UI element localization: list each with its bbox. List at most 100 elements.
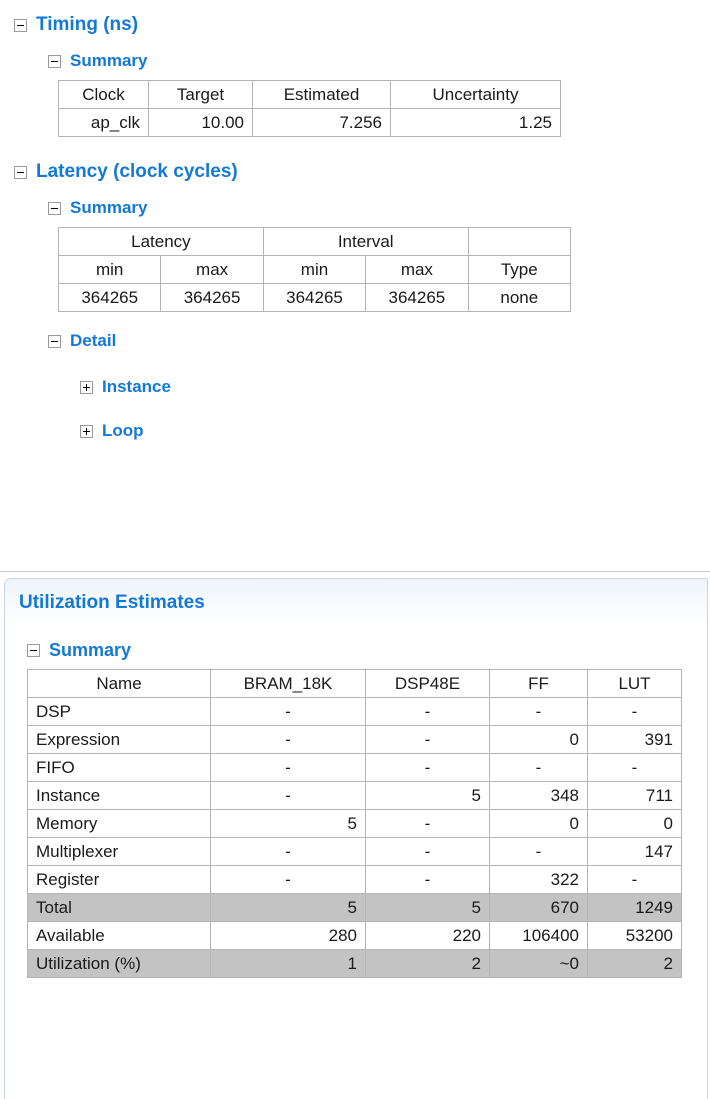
cell-name: Expression (27, 725, 211, 754)
cell-bram: - (210, 725, 366, 754)
th-group-latency: Latency (58, 227, 264, 256)
timing-summary-node[interactable]: Summary (48, 46, 710, 76)
cell-lut: 2 (587, 949, 682, 978)
minus-icon-timing[interactable] (14, 18, 27, 32)
table-row: Total 5 5 670 1249 (27, 893, 682, 922)
table-row: FIFO - - - - (27, 753, 682, 782)
th-target: Target (148, 80, 253, 109)
cell-bram: - (210, 697, 366, 726)
plus-icon-instance[interactable] (80, 380, 93, 394)
utilization-panel-header: Utilization Estimates (5, 579, 707, 627)
timing-summary-table: Clock Target Estimated Uncertainty ap_cl… (58, 80, 561, 137)
cell-dsp: 5 (365, 781, 490, 810)
table-row: Utilization (%) 1 2 ~0 2 (27, 949, 682, 978)
cell-name: Instance (27, 781, 211, 810)
cell-name: FIFO (27, 753, 211, 782)
cell-ff: - (489, 697, 588, 726)
table-header-row: Name BRAM_18K DSP48E FF LUT (27, 669, 682, 698)
th-dsp: DSP48E (365, 669, 490, 698)
cell-lut: 53200 (587, 921, 682, 950)
th-group-empty (467, 227, 571, 256)
latency-summary-heading: Summary (70, 198, 148, 217)
minus-icon-utilization-summary[interactable] (27, 643, 40, 657)
cell-type: none (467, 283, 571, 312)
th-group-interval: Interval (262, 227, 469, 256)
th-lut: LUT (587, 669, 682, 698)
cell-name: Memory (27, 809, 211, 838)
utilization-summary-heading: Summary (49, 639, 132, 660)
utilization-summary-table: Name BRAM_18K DSP48E FF LUT DSP - - - - Expre… (27, 669, 682, 978)
latency-summary-node[interactable]: Summary (48, 193, 710, 223)
cell-dsp: 5 (365, 893, 490, 922)
cell-lut: 1249 (587, 893, 682, 922)
minus-icon-latency-detail[interactable] (48, 334, 61, 348)
cell-name: DSP (27, 697, 211, 726)
latency-loop-heading: Loop (102, 421, 144, 440)
table-row: Multiplexer - - -147 (27, 837, 682, 866)
latency-loop-node[interactable]: Loop (80, 416, 710, 446)
cell-lut: - (587, 697, 682, 726)
cell-estimated: 7.256 (252, 108, 391, 137)
latency-section-node[interactable]: Latency (clock cycles) (14, 157, 710, 187)
cell-lut: 147 (587, 837, 682, 866)
utilization-panel: Utilization Estimates Summary Name BRAM_… (4, 578, 708, 1099)
cell-name: Multiplexer (27, 837, 211, 866)
cell-ff: 0 (489, 725, 588, 754)
cell-lut: - (587, 753, 682, 782)
cell-dsp: - (365, 697, 490, 726)
cell-ff: - (489, 837, 588, 866)
latency-heading: Latency (clock cycles) (36, 161, 238, 182)
cell-name: Utilization (%) (27, 949, 211, 978)
latency-instance-node[interactable]: Instance (80, 372, 710, 402)
table-row: Expression - -0 391 (27, 725, 682, 754)
table-group-header-row: Latency Interval (58, 227, 571, 256)
section-divider (0, 571, 710, 572)
cell-uncertainty: 1.25 (390, 108, 561, 137)
th-clock: Clock (58, 80, 149, 109)
cell-interval-min: 364265 (262, 283, 367, 312)
cell-bram: - (210, 753, 366, 782)
table-row: ap_clk 10.00 7.256 1.25 (58, 108, 561, 137)
utilization-section-title: Utilization Estimates (19, 592, 205, 613)
cell-bram: 5 (210, 809, 366, 838)
table-header-row: Clock Target Estimated Uncertainty (58, 80, 561, 109)
th-ff: FF (489, 669, 588, 698)
cell-ff: 670 (489, 893, 588, 922)
latency-detail-node[interactable]: Detail (48, 326, 710, 356)
cell-ff: ~0 (489, 949, 588, 978)
th-interval-min: min (262, 255, 367, 284)
th-name: Name (27, 669, 211, 698)
cell-name: Total (27, 893, 211, 922)
cell-dsp: - (365, 865, 490, 894)
cell-bram: 5 (210, 893, 366, 922)
th-bram: BRAM_18K (210, 669, 366, 698)
th-latency-min: min (57, 255, 162, 284)
utilization-summary-node[interactable]: Summary (27, 635, 707, 665)
th-estimated: Estimated (252, 80, 391, 109)
cell-name: Register (27, 865, 211, 894)
cell-lut: 0 (587, 809, 682, 838)
cell-bram: - (210, 865, 366, 894)
cell-ff: 0 (489, 809, 588, 838)
timing-section-node[interactable]: Timing (ns) (14, 10, 710, 40)
cell-dsp: 2 (365, 949, 490, 978)
cell-ff: - (489, 753, 588, 782)
table-subheader-row: min max min max Type (57, 255, 571, 284)
cell-dsp: - (365, 725, 490, 754)
cell-name: Available (27, 921, 211, 950)
cell-latency-min: 364265 (57, 283, 162, 312)
cell-bram: 280 (210, 921, 366, 950)
cell-ff: 322 (489, 865, 588, 894)
minus-icon-timing-summary[interactable] (48, 54, 61, 68)
cell-ff: 348 (489, 781, 588, 810)
minus-icon-latency-summary[interactable] (48, 201, 61, 215)
plus-icon-loop[interactable] (80, 424, 93, 438)
latency-summary-table: Latency Interval min max min max Type 36… (57, 227, 571, 312)
table-row: Register - -322- (27, 865, 682, 894)
cell-dsp: - (365, 837, 490, 866)
cell-lut: - (587, 865, 682, 894)
latency-detail-heading: Detail (70, 331, 117, 350)
minus-icon-latency[interactable] (14, 165, 27, 179)
cell-ff: 106400 (489, 921, 588, 950)
th-latency-max: max (160, 255, 264, 284)
